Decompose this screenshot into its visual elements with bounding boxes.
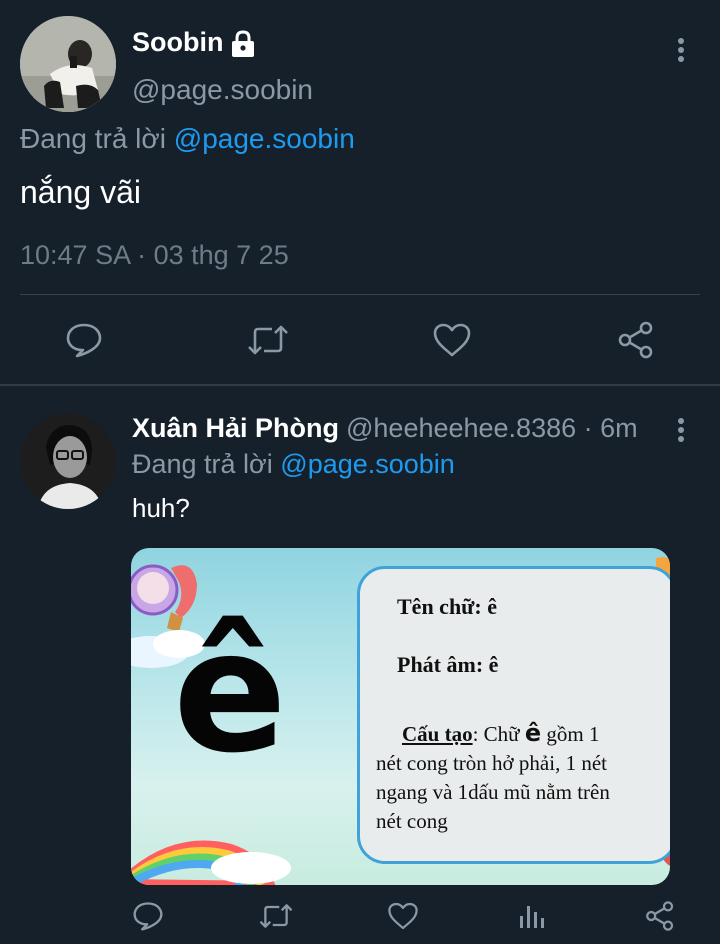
structure-text-b: gồm 1 bbox=[541, 722, 600, 746]
reply-button[interactable] bbox=[126, 894, 170, 938]
more-vertical-icon[interactable] bbox=[676, 416, 686, 446]
reply-prefix: Đang trả lời bbox=[20, 123, 166, 154]
author-name[interactable]: Soobin bbox=[132, 27, 223, 58]
reply-button[interactable] bbox=[62, 318, 106, 362]
retweet-icon bbox=[259, 904, 293, 928]
structure-letter: ê bbox=[524, 719, 542, 747]
big-letter: ê bbox=[173, 594, 287, 790]
share-button[interactable] bbox=[614, 318, 658, 362]
structure-line-3: ngang và 1dấu mũ nằm trên bbox=[376, 780, 610, 804]
heart-icon bbox=[388, 902, 418, 930]
structure-description: Cấu tạo: Chữ ê gồm 1 nét cong tròn hở ph… bbox=[376, 719, 668, 836]
more-vertical-icon[interactable] bbox=[676, 36, 686, 66]
structure-line-1: Cấu tạo: Chữ ê gồm 1 bbox=[376, 719, 668, 749]
reply-tweet-text: huh? bbox=[132, 493, 190, 523]
tweet-text: nắng vãi bbox=[20, 174, 141, 210]
comment-icon bbox=[133, 902, 163, 931]
structure-label: Cấu tạo bbox=[402, 722, 473, 746]
structure-line-4: nét cong bbox=[376, 809, 448, 833]
reply-context: Đang trả lời @page.soobin bbox=[132, 449, 455, 480]
like-button[interactable] bbox=[430, 318, 474, 362]
comment-icon bbox=[66, 323, 102, 358]
like-button[interactable] bbox=[381, 894, 425, 938]
views-button[interactable] bbox=[509, 894, 553, 938]
info-box: Tên chữ: ê Phát âm: ê Cấu tạo: Chữ ê gồm… bbox=[357, 566, 670, 864]
reply-author-meta[interactable]: @heeheehee.8386 · 6m bbox=[346, 413, 638, 444]
bar-chart-icon bbox=[520, 906, 544, 928]
share-button[interactable] bbox=[638, 894, 682, 938]
heart-icon bbox=[433, 323, 471, 357]
reply-mention-link[interactable]: @page.soobin bbox=[174, 123, 355, 154]
sound-label: Phát âm: ê bbox=[397, 652, 499, 677]
reply-context: Đang trả lời @page.soobin bbox=[20, 123, 355, 155]
name-label: Tên chữ: ê bbox=[397, 594, 497, 619]
reply-author-name[interactable]: Xuân Hải Phòng bbox=[132, 413, 339, 444]
reply-mention-link[interactable]: @page.soobin bbox=[280, 449, 455, 479]
section-separator bbox=[0, 384, 720, 386]
tweet-media-image[interactable]: ê Tên chữ: ê Phát âm: ê Cấu tạo: Chữ ê g… bbox=[131, 548, 670, 885]
tweet-timestamp[interactable]: 10:47 SA · 03 thg 7 25 bbox=[20, 240, 289, 271]
avatar[interactable] bbox=[20, 16, 116, 112]
share-icon bbox=[618, 321, 653, 359]
structure-text-a: : Chữ bbox=[472, 722, 525, 746]
share-icon bbox=[646, 901, 674, 931]
retweet-button[interactable] bbox=[254, 894, 298, 938]
structure-line-2: nét cong tròn hở phải, 1 nét bbox=[376, 751, 607, 775]
retweet-icon bbox=[248, 325, 288, 355]
reply-prefix: Đang trả lời bbox=[132, 449, 273, 479]
author-handle[interactable]: @page.soobin bbox=[132, 74, 313, 106]
lock-icon bbox=[228, 30, 258, 58]
retweet-button[interactable] bbox=[246, 318, 290, 362]
divider bbox=[20, 294, 700, 295]
reply-avatar[interactable] bbox=[20, 413, 116, 509]
